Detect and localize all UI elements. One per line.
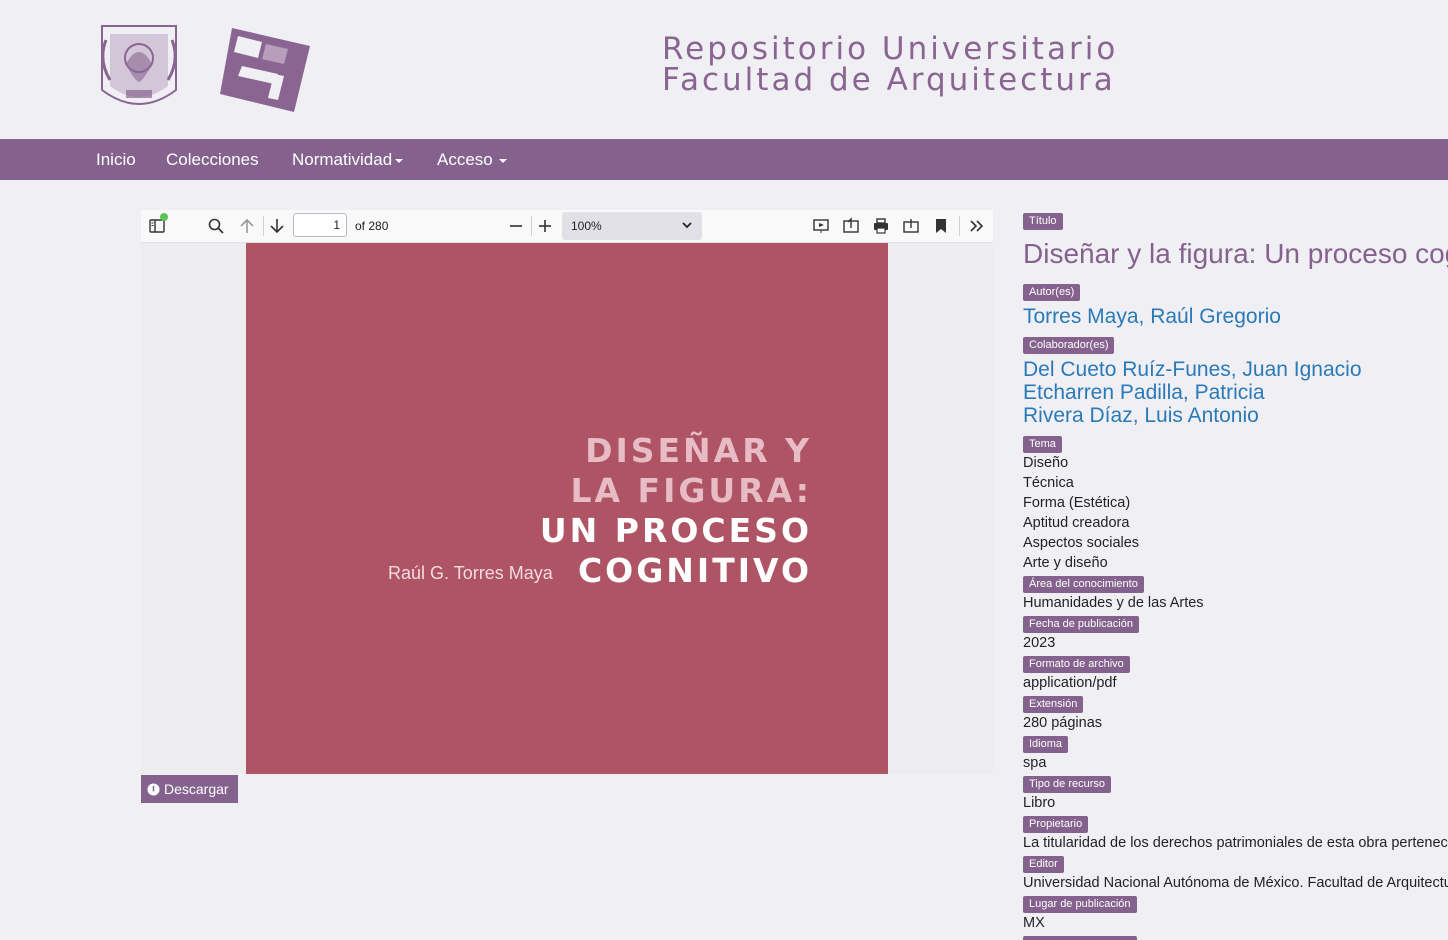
tipo-value: Libro	[1023, 795, 1056, 811]
caret-down-icon	[395, 158, 404, 163]
facultad-arquitectura-logo-icon[interactable]	[218, 24, 310, 114]
nav-item-colecciones[interactable]: Colecciones	[166, 139, 259, 180]
double-chevron-right-icon	[970, 220, 984, 232]
author-link[interactable]: Torres Maya, Raúl Gregorio	[1023, 305, 1281, 329]
idioma-value: spa	[1023, 755, 1047, 771]
nav-item-normatividad[interactable]: Normatividad	[292, 139, 404, 180]
zoom-value: 100%	[571, 219, 602, 233]
tema-label: Tema	[1023, 436, 1062, 453]
tools-menu-button[interactable]	[965, 214, 989, 238]
bookmark-icon	[936, 219, 946, 233]
cover-title-line1: DISEÑAR Y	[585, 431, 812, 470]
download-circle-icon	[147, 782, 160, 796]
presentation-mode-button[interactable]	[809, 214, 833, 238]
arrow-up-icon	[240, 218, 254, 233]
nav-item-normatividad-label: Normatividad	[292, 150, 393, 169]
save-button[interactable]	[899, 214, 923, 238]
cover-author: Raúl G. Torres Maya	[388, 563, 553, 583]
nav-item-acceso[interactable]: Acceso	[437, 139, 507, 180]
print-button[interactable]	[869, 214, 893, 238]
tema-item: Aptitud creadora	[1023, 515, 1130, 531]
area-label: Área del conocimiento	[1023, 576, 1144, 593]
nav-item-inicio[interactable]: Inicio	[96, 139, 136, 180]
editor-label: Editor	[1023, 856, 1064, 873]
extension-label: Extensión	[1023, 696, 1084, 713]
tema-item: Aspectos sociales	[1023, 535, 1140, 551]
unam-crest-icon[interactable]	[96, 20, 182, 118]
metadata-panel: Título Diseñar y la figura: Un proceso c…	[1023, 0, 1448, 940]
search-icon	[208, 218, 224, 234]
editor-value: Universidad Nacional Autónoma de México.…	[1023, 875, 1448, 891]
pdf-page: DISEÑAR Y LA FIGURA: UN PROCESO COGNITIV…	[246, 243, 888, 774]
tema-item: Técnica	[1023, 475, 1074, 491]
record-title: Diseñar y la figura: Un proceso cognitiv…	[1023, 238, 1448, 269]
download-button[interactable]: Descargar	[141, 775, 238, 803]
colaboradores-label: Colaborador(es)	[1023, 337, 1115, 354]
toolbar-separator	[959, 216, 960, 236]
cover-title-line4: COGNITIVO	[577, 551, 812, 590]
page-number-input[interactable]	[293, 213, 347, 237]
nav-item-acceso-label: Acceso	[437, 150, 493, 169]
chevron-down-icon	[682, 222, 692, 229]
open-file-button[interactable]	[839, 214, 863, 238]
autores-label: Autor(es)	[1023, 284, 1081, 301]
next-page-button[interactable]	[265, 214, 289, 238]
propietario-label: Propietario	[1023, 816, 1089, 833]
bookmark-button[interactable]	[929, 214, 953, 238]
lugar-value: MX	[1023, 915, 1045, 931]
download-icon	[903, 219, 919, 233]
find-button[interactable]	[204, 214, 228, 238]
collaborator-link[interactable]: Del Cueto Ruíz-Funes, Juan Ignacio	[1023, 358, 1362, 382]
extension-value: 280 páginas	[1023, 715, 1103, 731]
presentation-icon	[813, 219, 829, 233]
zoom-select[interactable]: 100%	[562, 212, 702, 240]
plus-icon	[539, 220, 551, 232]
fecha-value: 2023	[1023, 635, 1056, 651]
lugar-label: Lugar de publicación	[1023, 896, 1137, 913]
collaborator-link[interactable]: Rivera Díaz, Luis Antonio	[1023, 404, 1259, 428]
titulo-label: Título	[1023, 213, 1063, 230]
tema-item: Diseño	[1023, 455, 1069, 471]
toolbar-separator	[531, 216, 532, 236]
page-total: of 280	[355, 219, 389, 233]
minus-icon	[510, 225, 522, 227]
zoom-out-button[interactable]	[504, 214, 528, 238]
formato-label: Formato de archivo	[1023, 656, 1130, 673]
arrow-down-icon	[270, 219, 284, 234]
notification-dot	[160, 213, 168, 221]
tema-item: Arte y diseño	[1023, 555, 1108, 571]
tipo-label: Tipo de recurso	[1023, 776, 1112, 793]
propietario-value: La titularidad de los derechos patrimoni…	[1023, 835, 1448, 851]
download-label: Descargar	[164, 781, 229, 797]
fecha-label: Fecha de publicación	[1023, 616, 1139, 633]
previous-page-button[interactable]	[235, 214, 259, 238]
next-field-label	[1023, 936, 1137, 940]
print-icon	[874, 218, 888, 234]
pdf-toolbar: of 280 100%	[141, 210, 993, 243]
area-value: Humanidades y de las Artes	[1023, 595, 1204, 611]
pdf-viewer: of 280 100% DISEÑAR Y	[141, 210, 993, 774]
collaborator-link[interactable]: Etcharren Padilla, Patricia	[1023, 381, 1265, 405]
cover-title-line2: LA FIGURA:	[570, 471, 812, 510]
idioma-label: Idioma	[1023, 736, 1069, 753]
open-file-icon	[843, 217, 859, 233]
zoom-in-button[interactable]	[533, 214, 557, 238]
tema-item: Forma (Estética)	[1023, 495, 1131, 511]
caret-down-icon	[498, 158, 507, 163]
formato-value: application/pdf	[1023, 675, 1117, 691]
toolbar-separator	[263, 216, 264, 236]
cover-title-line3: UN PROCESO	[539, 511, 812, 550]
